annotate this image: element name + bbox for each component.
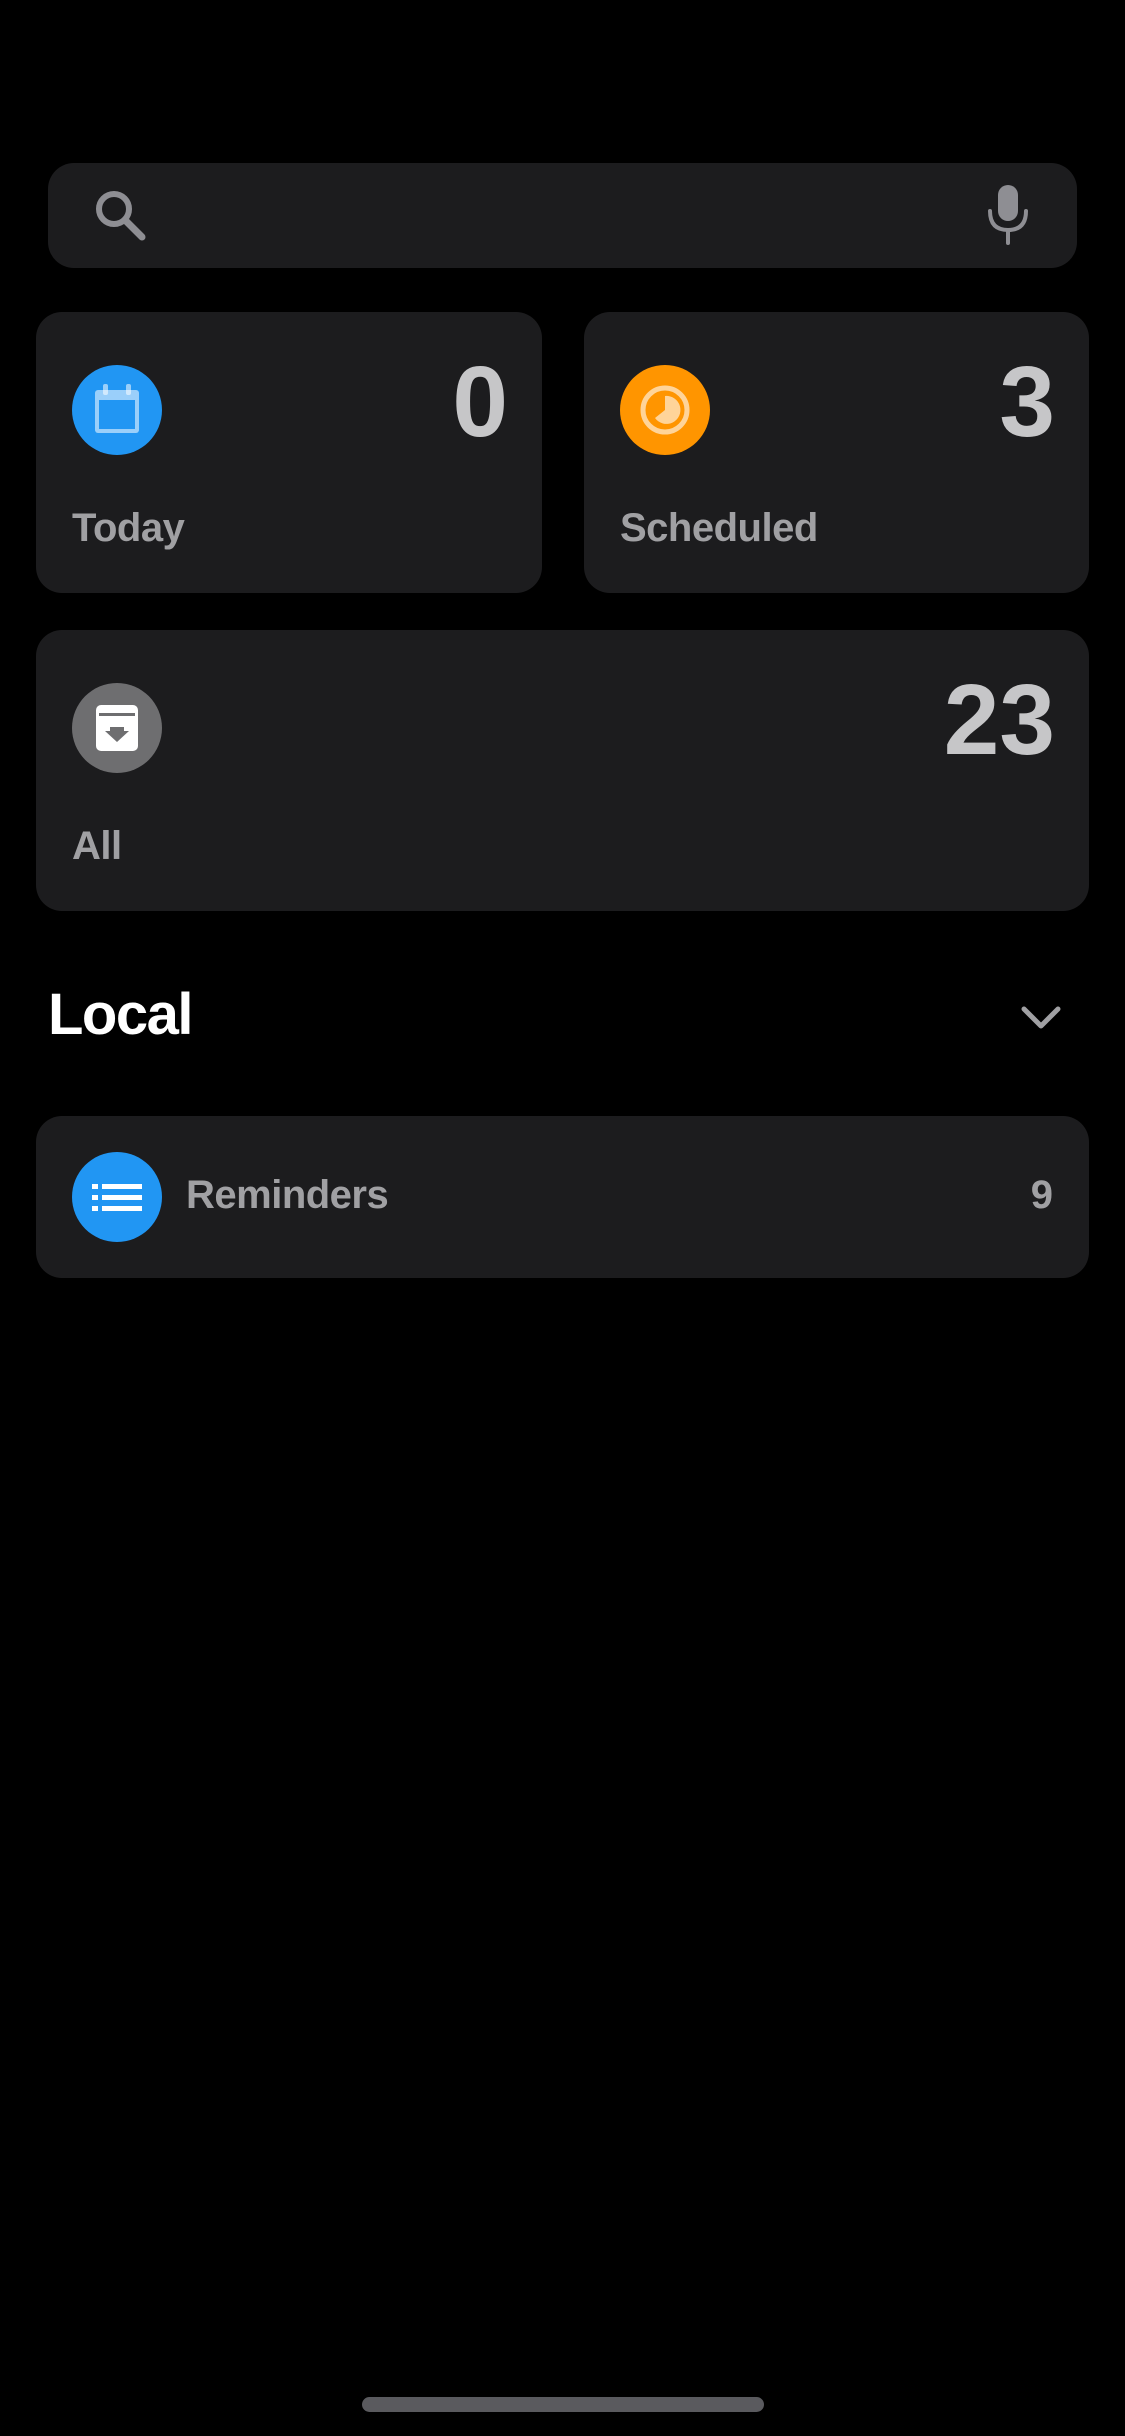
smart-list-today-card[interactable]: 0 Today [36, 312, 542, 593]
search-input[interactable] [178, 163, 1002, 270]
today-label: Today [72, 506, 185, 550]
section-title-local: Local [48, 982, 194, 1047]
list-bullet-icon [72, 1152, 162, 1242]
search-bar[interactable] [48, 163, 1077, 270]
archive-tray-icon [72, 683, 162, 773]
all-label: All [72, 824, 122, 868]
scheduled-label: Scheduled [620, 506, 818, 550]
calendar-icon [72, 365, 162, 455]
list-item-count: 9 [1030, 1173, 1053, 1217]
microphone-icon[interactable] [983, 183, 1033, 247]
list-item-label: Reminders [186, 1173, 389, 1217]
chevron-down-icon[interactable] [1018, 1000, 1064, 1036]
list-item-reminders[interactable]: Reminders 9 [36, 1116, 1089, 1278]
clock-icon [620, 365, 710, 455]
scheduled-count: 3 [999, 346, 1055, 458]
today-count: 0 [452, 346, 508, 458]
all-count: 23 [943, 664, 1055, 776]
smart-list-all-card[interactable]: 23 All [36, 630, 1089, 911]
search-icon [96, 191, 146, 241]
smart-list-scheduled-card[interactable]: 3 Scheduled [584, 312, 1089, 593]
home-indicator[interactable] [362, 2397, 764, 2412]
